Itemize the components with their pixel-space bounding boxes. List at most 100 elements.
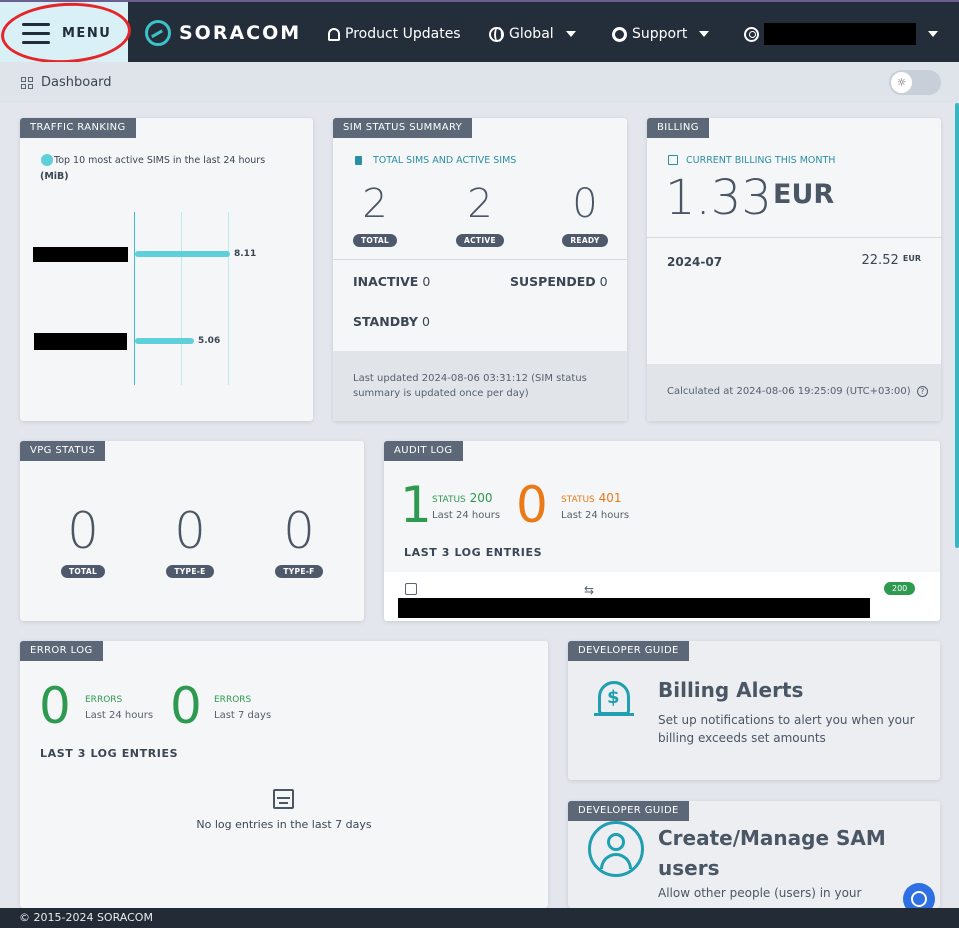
traffic-unit: (MiB): [40, 171, 69, 182]
card-title: SIM STATUS SUMMARY: [333, 118, 473, 138]
product-updates-button[interactable]: Product Updates: [326, 24, 461, 44]
developer-guide-sam-users[interactable]: DEVELOPER GUIDE Create/Manage SAM users …: [568, 801, 940, 908]
audit-log-row[interactable]: ⇆ 200: [384, 572, 940, 621]
chevron-down-icon: [699, 31, 710, 37]
vpg-total: 0 TOTAL: [58, 503, 108, 578]
globe-icon: [489, 26, 504, 42]
scrollbar[interactable]: [955, 103, 959, 548]
redacted-sim-name: [33, 247, 128, 262]
developer-guide-billing-alerts[interactable]: DEVELOPER GUIDE $ Billing Alerts Set up …: [568, 641, 940, 780]
copyright: © 2015-2024 SORACOM: [19, 911, 153, 924]
vpg-type-f: 0 TYPE-F: [274, 503, 324, 578]
sim-ready-label: READY: [562, 234, 608, 247]
sim-active-value: 2: [467, 181, 493, 227]
error-7d-period: Last 7 days: [214, 710, 272, 721]
vpg-total-label: TOTAL: [60, 565, 106, 578]
audit-err-code: 401: [598, 491, 622, 505]
axis-line: [134, 212, 135, 385]
billing-period-amount: 22.52: [861, 253, 899, 268]
sim-suspended: SUSPENDED 0: [510, 274, 608, 289]
vpg-type-f-label: TYPE-F: [275, 565, 323, 578]
guide-desc-line1: Set up notifications to alert you when y…: [658, 713, 915, 727]
divider: [647, 237, 941, 238]
billing-subtitle: CURRENT BILLING THIS MONTH: [686, 155, 836, 166]
sim-total: 2 TOTAL: [353, 180, 398, 247]
bell-icon: [328, 27, 340, 41]
billing-calculated-wrap: Calculated at 2024-08-06 19:25:09 (UTC+0…: [667, 386, 928, 397]
card-title: VPG STATUS: [20, 441, 106, 461]
chevron-down-icon: [928, 31, 938, 37]
support-dropdown[interactable]: Support: [612, 24, 710, 44]
vpg-type-e-value: 0: [174, 502, 206, 560]
billing-currency: EUR: [773, 179, 835, 210]
audit-ok-status-word: STATUS: [432, 495, 466, 505]
breadcrumb-dashboard[interactable]: Dashboard: [41, 75, 112, 90]
guide-title-line2: users: [658, 856, 720, 880]
error-24h-period: Last 24 hours: [85, 710, 154, 721]
sim-standby: STANDBY 0: [353, 314, 430, 329]
card-title: DEVELOPER GUIDE: [568, 641, 689, 661]
route-icon: ⇆: [584, 583, 595, 597]
billing-footer: Calculated at 2024-08-06 19:25:09 (UTC+0…: [647, 364, 941, 421]
traffic-bar-label: 5.06: [198, 336, 221, 346]
audit-err-status-word: STATUS: [561, 495, 595, 505]
traffic-ranking-card: TRAFFIC RANKING Top 10 most active SIMS …: [20, 118, 313, 421]
audit-ok-period: Last 24 hours: [432, 510, 501, 521]
billing-calculated: Calculated at 2024-08-06 19:25:09 (UTC+0…: [667, 386, 911, 397]
redacted-log-entry: [398, 598, 870, 618]
billing-period: 2024-07: [667, 255, 723, 269]
sim-standby-value: 0: [421, 314, 430, 329]
guide-desc-line2: billing exceeds set amounts: [658, 731, 826, 745]
traffic-bar[interactable]: [135, 251, 230, 257]
soracom-logo[interactable]: SORACOM: [145, 20, 301, 46]
card-title: BILLING: [647, 118, 709, 138]
sim-inactive-label: INACTIVE: [353, 274, 419, 289]
audit-ok-code: 200: [469, 491, 493, 505]
card-title: DEVELOPER GUIDE: [568, 801, 689, 821]
vpg-status-card: VPG STATUS 0 TOTAL 0 TYPE-E 0 TYPE-F: [20, 441, 364, 621]
error-24h-label: ERRORS: [85, 695, 123, 705]
theme-toggle[interactable]: ☼: [889, 70, 941, 95]
support-label: Support: [632, 26, 688, 42]
sim-updated-text: Last updated 2024-08-06 03:31:12 (SIM st…: [353, 371, 587, 401]
audit-err-status: STATUS 401: [561, 491, 622, 505]
audit-log-card: AUDIT LOG 1 STATUS 200 Last 24 hours 0 S…: [384, 441, 940, 621]
vpg-total-value: 0: [67, 502, 99, 560]
audit-err-count: 0: [516, 476, 548, 534]
error-7d-label: ERRORS: [214, 695, 252, 705]
help-icon[interactable]: ?: [916, 386, 928, 397]
sim-inactive: INACTIVE 0: [353, 274, 430, 289]
error-empty-message: No log entries in the last 7 days: [196, 818, 372, 831]
audit-ok-status: STATUS 200: [432, 491, 493, 505]
billing-card: BILLING CURRENT BILLING THIS MONTH 1.33 …: [647, 118, 941, 421]
grid-line: [228, 212, 229, 385]
logo-text: SORACOM: [179, 22, 302, 44]
calendar-icon: [273, 789, 294, 809]
audit-err-period: Last 24 hours: [561, 510, 630, 521]
audit-ok-count: 1: [400, 476, 432, 534]
billing-period-currency: EUR: [902, 254, 921, 263]
chevron-down-icon: [565, 31, 576, 37]
vpg-type-e-label: TYPE-E: [166, 565, 214, 578]
soracom-logo-icon: [145, 20, 171, 46]
divider: [333, 259, 627, 260]
sim-suspended-label: SUSPENDED: [510, 274, 596, 289]
sim-total-value: 2: [362, 181, 388, 227]
card-title: TRAFFIC RANKING: [20, 118, 136, 138]
sim-inactive-value: 0: [422, 274, 431, 289]
status-badge: 200: [884, 582, 916, 595]
traffic-bar[interactable]: [135, 338, 194, 344]
sim-updated-line2: summary is updated once per day): [353, 388, 529, 399]
region-dropdown[interactable]: Global: [489, 24, 576, 44]
sim-ready-value: 0: [572, 181, 598, 227]
user-dropdown[interactable]: [744, 23, 938, 45]
guide-title-line1: Create/Manage SAM: [658, 826, 886, 850]
sun-icon: ☼: [891, 72, 912, 93]
sim-active-label: ACTIVE: [456, 234, 504, 247]
guide-desc-line1: Allow other people (users) in your: [658, 886, 862, 900]
top-bar: MENU SORACOM Product Updates Global Supp…: [0, 0, 959, 62]
guide-title: Create/Manage SAM users: [658, 823, 886, 883]
billing-period-amount-wrap: 22.52 EUR: [862, 253, 921, 268]
billing-amount: 1.33: [665, 170, 772, 226]
redacted-sim-name: [34, 333, 127, 350]
